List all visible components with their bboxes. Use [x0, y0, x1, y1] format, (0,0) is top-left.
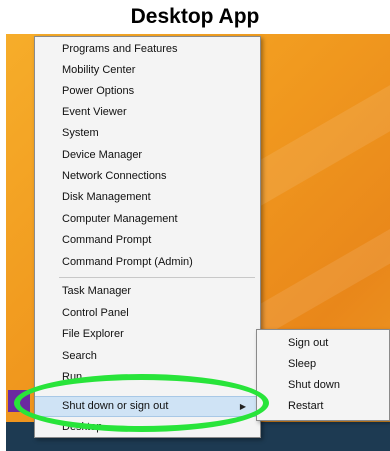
menu-item-run[interactable]: Run: [35, 367, 260, 388]
menu-item-command-prompt-admin[interactable]: Command Prompt (Admin): [35, 252, 260, 273]
menu-item-network-connections[interactable]: Network Connections: [35, 166, 260, 187]
submenu-item-shut-down[interactable]: Shut down: [257, 375, 387, 396]
menu-item-programs-and-features[interactable]: Programs and Features: [35, 39, 260, 60]
menu-item-mobility-center[interactable]: Mobility Center: [35, 60, 260, 81]
menu-item-computer-management[interactable]: Computer Management: [35, 209, 260, 230]
menu-item-task-manager[interactable]: Task Manager: [35, 281, 260, 302]
submenu-arrow-icon: ▶: [239, 402, 246, 411]
menu-item-file-explorer[interactable]: File Explorer: [35, 324, 260, 345]
submenu-item-sleep[interactable]: Sleep: [257, 354, 387, 375]
shutdown-submenu: Sign out Sleep Shut down Restart: [256, 329, 390, 421]
submenu-item-restart[interactable]: Restart: [257, 396, 387, 417]
menu-item-device-manager[interactable]: Device Manager: [35, 145, 260, 166]
menu-item-search[interactable]: Search: [35, 346, 260, 367]
menu-item-shut-down-or-sign-out[interactable]: Shut down or sign out ▶: [35, 396, 260, 417]
menu-item-power-options[interactable]: Power Options: [35, 81, 260, 102]
menu-item-control-panel[interactable]: Control Panel: [35, 303, 260, 324]
submenu-item-sign-out[interactable]: Sign out: [257, 333, 387, 354]
menu-item-label: Shut down or sign out: [62, 400, 169, 412]
menu-item-command-prompt[interactable]: Command Prompt: [35, 230, 260, 251]
menu-item-event-viewer[interactable]: Event Viewer: [35, 102, 260, 123]
page-title: Desktop App: [130, 5, 260, 28]
menu-item-system[interactable]: System: [35, 123, 260, 144]
menu-separator: [59, 277, 255, 278]
menu-item-desktop[interactable]: Desktop: [35, 417, 260, 438]
power-user-menu: Programs and Features Mobility Center Po…: [34, 36, 261, 438]
start-button-icon[interactable]: [8, 390, 30, 412]
menu-item-disk-management[interactable]: Disk Management: [35, 187, 260, 208]
